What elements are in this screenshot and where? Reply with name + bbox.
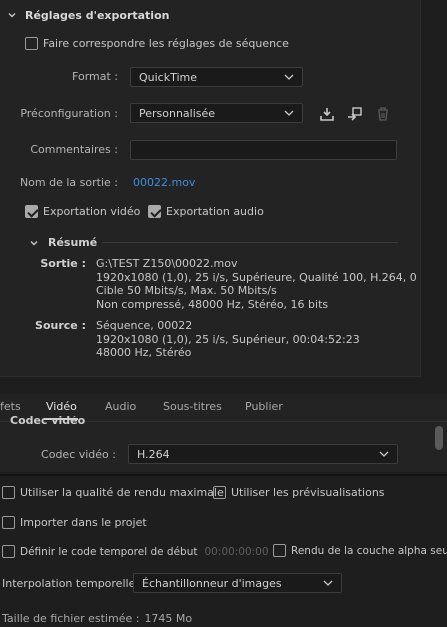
match-sequence-checkbox[interactable] — [25, 37, 38, 50]
interpolation-value: Échantillonneur d'images — [142, 576, 282, 590]
tab-publish[interactable]: Publier — [245, 400, 283, 413]
alpha-only-checkbox[interactable] — [273, 544, 286, 557]
alpha-only-label: Rendu de la couche alpha seule — [291, 544, 447, 557]
output-name-label: Nom de la sortie : — [19, 176, 118, 189]
interpolation-label: Interpolation temporelle : — [2, 577, 143, 590]
export-video-row[interactable]: Exportation vidéo — [25, 205, 140, 218]
chevron-down-icon — [30, 240, 38, 245]
export-video-checkbox[interactable] — [25, 205, 38, 218]
summary-output-line: Non compressé, 48000 Hz, Stéréo, 16 bits — [96, 297, 329, 311]
interpolation-select[interactable]: Échantillonneur d'images — [133, 573, 342, 593]
chevron-down-icon — [379, 451, 389, 457]
scrollbar-thumb[interactable] — [435, 426, 443, 450]
chevron-down-icon — [323, 580, 333, 586]
export-settings-header[interactable]: Réglages d'exportation — [8, 6, 169, 24]
format-select[interactable]: QuickTime — [130, 67, 303, 87]
import-preset-icon[interactable] — [346, 105, 364, 123]
summary-output-line: G:\TEST Z150\00022.mov — [96, 257, 238, 270]
max-render-quality-row[interactable]: Utiliser la qualité de rendu maximale — [2, 486, 224, 499]
max-render-quality-label: Utiliser la qualité de rendu maximale — [20, 486, 224, 499]
export-video-label: Exportation vidéo — [43, 205, 141, 218]
file-size-label: Taille de fichier estimée : — [2, 612, 140, 625]
comments-input[interactable] — [130, 140, 397, 160]
video-settings-area: Codec vidéo Codec vidéo : H.264 — [0, 416, 447, 472]
chevron-down-icon — [284, 74, 294, 80]
import-project-label: Importer dans le projet — [20, 516, 147, 529]
chevron-down-icon — [284, 110, 294, 116]
summary-output-lines: G:\TEST Z150\00022.mov 1920x1080 (1,0), … — [96, 257, 416, 311]
set-timecode-row[interactable]: Définir le code temporel de début 00:00:… — [2, 545, 269, 558]
tab-video[interactable]: Vidéo — [46, 400, 77, 413]
codec-value: H.264 — [137, 447, 170, 461]
use-previews-label: Utiliser les prévisualisations — [231, 486, 385, 499]
codec-label: Codec vidéo : — [41, 448, 116, 461]
summary-source-label: Source : — [35, 319, 86, 332]
output-name-link[interactable]: 00022.mov — [133, 176, 195, 189]
set-timecode-checkbox[interactable] — [2, 545, 15, 558]
summary-output-line: 1920x1080 (1,0), 25 i/s, Supérieure, Qua… — [96, 270, 416, 284]
alpha-only-row[interactable]: Rendu de la couche alpha seule — [273, 544, 447, 557]
delete-preset-icon[interactable] — [374, 105, 392, 123]
export-settings-panel: Réglages d'exportation Faire correspondr… — [0, 0, 421, 377]
video-codec-section-header[interactable]: Codec vidéo — [10, 416, 85, 428]
set-timecode-label: Définir le code temporel de début — [20, 545, 198, 558]
video-codec-section-title: Codec vidéo — [10, 416, 86, 427]
export-audio-row[interactable]: Exportation audio — [148, 205, 264, 218]
use-previews-checkbox[interactable] — [213, 486, 226, 499]
summary-divider — [102, 242, 398, 243]
timecode-field[interactable]: 00:00:00:00 — [204, 546, 268, 558]
tab-audio[interactable]: Audio — [105, 400, 136, 413]
use-previews-row[interactable]: Utiliser les prévisualisations — [213, 486, 385, 499]
max-render-quality-checkbox[interactable] — [2, 486, 15, 499]
tab-effets[interactable]: fets — [0, 400, 21, 413]
summary-header[interactable]: Résumé — [30, 236, 97, 249]
match-sequence-row[interactable]: Faire correspondre les réglages de séque… — [25, 37, 289, 50]
export-audio-checkbox[interactable] — [148, 205, 161, 218]
file-size-value: 1745 Mo — [144, 612, 193, 625]
summary-source-line: 48000 Hz, Stéréo — [96, 346, 192, 359]
export-settings-title: Réglages d'exportation — [25, 8, 170, 22]
match-sequence-label: Faire correspondre les réglages de séque… — [43, 37, 289, 50]
preset-label: Préconfiguration : — [20, 107, 118, 120]
export-options-area: Utiliser la qualité de rendu maximale Ut… — [0, 474, 447, 627]
preset-select[interactable]: Personnalisée — [130, 103, 303, 123]
chevron-down-icon — [8, 13, 16, 18]
summary-source-lines: Séquence, 00022 1920x1080 (1,0), 25 i/s,… — [96, 319, 416, 360]
format-value: QuickTime — [139, 70, 198, 84]
save-preset-icon[interactable] — [318, 105, 336, 123]
import-project-row[interactable]: Importer dans le projet — [2, 516, 147, 529]
summary-source-line: 1920x1080 (1,0), 25 i/s, Supérieur, 00:0… — [96, 332, 360, 346]
preset-value: Personnalisée — [139, 106, 216, 120]
tab-subtitles[interactable]: Sous-titres — [163, 400, 222, 413]
import-project-checkbox[interactable] — [2, 516, 15, 529]
export-audio-label: Exportation audio — [166, 205, 264, 218]
summary-title: Résumé — [48, 236, 98, 249]
codec-select[interactable]: H.264 — [128, 444, 398, 464]
comments-label: Commentaires : — [30, 143, 118, 156]
format-label: Format : — [72, 70, 118, 83]
file-size-row: Taille de fichier estimée : 1745 Mo — [2, 612, 192, 625]
summary-output-line: Cible 50 Mbits/s, Max. 50 Mbits/s — [96, 284, 277, 297]
summary-source-line: Séquence, 00022 — [96, 319, 193, 332]
summary-output-label: Sortie : — [40, 257, 86, 270]
